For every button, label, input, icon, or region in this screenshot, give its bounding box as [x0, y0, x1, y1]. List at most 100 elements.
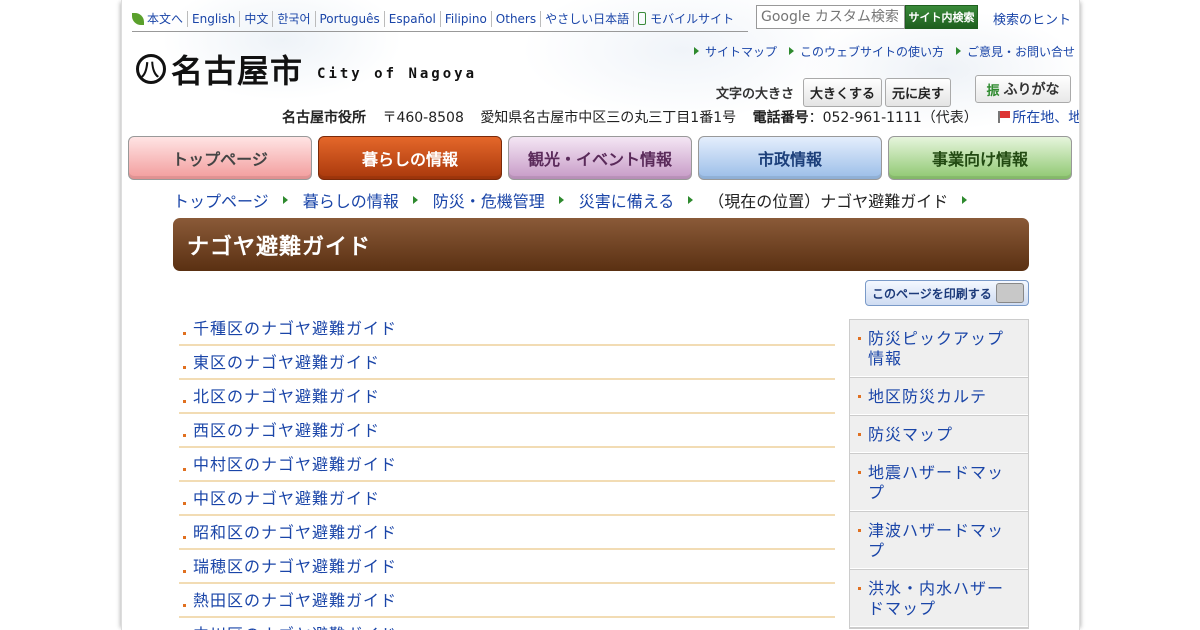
nav-tab-top[interactable]: トップページ — [128, 136, 312, 180]
font-size-controls: 文字の大きさ 大きくする 元に戻す — [716, 78, 954, 107]
bullet-icon — [183, 434, 186, 437]
lang-english-link[interactable]: English — [187, 10, 239, 27]
ward-guide-link[interactable]: 東区のナゴヤ避難ガイド — [193, 349, 380, 373]
arrow-right-icon — [558, 196, 564, 204]
bullet-icon — [183, 536, 186, 539]
ward-guide-link[interactable]: 熱田区のナゴヤ避難ガイド — [193, 587, 397, 611]
lang-korean-link[interactable]: 한국어 — [272, 10, 314, 27]
arrow-right-icon — [694, 47, 699, 55]
list-item: 北区のナゴヤ避難ガイド — [179, 380, 835, 414]
ward-guide-link[interactable]: 中川区のナゴヤ避難ガイド — [193, 621, 397, 630]
breadcrumb-link[interactable]: 暮らしの情報 — [303, 188, 399, 212]
bullet-icon — [183, 366, 186, 369]
bullet-icon — [858, 587, 861, 590]
contact-link[interactable]: ご意見・お問い合せ — [956, 43, 1075, 60]
bullet-icon — [858, 337, 861, 340]
list-item: 瑞穂区のナゴヤ避難ガイド — [179, 550, 835, 584]
phone-number: ：052-961-1111（代表） — [808, 110, 978, 126]
list-item: 中川区のナゴヤ避難ガイド — [179, 618, 835, 630]
arrow-right-icon — [282, 196, 288, 204]
sidebar-related-links: 防災ピックアップ情報 地区防災カルテ 防災マップ 地震ハザードマップ 津波ハザー… — [849, 319, 1029, 629]
ward-guide-link[interactable]: 中区のナゴヤ避難ガイド — [193, 485, 380, 509]
bullet-icon — [858, 395, 861, 398]
search-input[interactable] — [756, 5, 905, 29]
street-address: 愛知県名古屋市中区三の丸三丁目1番1号 — [480, 110, 737, 126]
city-hall-address: 名古屋市役所 〒460-8508 愛知県名古屋市中区三の丸三丁目1番1号 電話番… — [282, 107, 1079, 127]
font-larger-button[interactable]: 大きくする — [803, 78, 883, 107]
nav-tab-business[interactable]: 事業向け情報 — [888, 136, 1072, 180]
font-reset-button[interactable]: 元に戻す — [885, 78, 952, 107]
sidebar-link[interactable]: 地震ハザードマップ — [868, 463, 1004, 502]
print-page-button[interactable]: このページを印刷する — [865, 280, 1029, 306]
breadcrumb-link[interactable]: 防災・危機管理 — [433, 188, 545, 212]
how-to-use-link[interactable]: このウェブサイトの使い方 — [789, 43, 944, 60]
bullet-icon — [183, 570, 186, 573]
breadcrumb: トップページ 暮らしの情報 防災・危機管理 災害に備える （現在の位置）ナゴヤ避… — [173, 188, 982, 212]
language-bar: 本文へ English 中文 한국어 Português Español Fil… — [132, 6, 748, 32]
arrow-right-icon — [688, 196, 694, 204]
arrow-right-icon — [962, 196, 968, 204]
sidebar-link[interactable]: 津波ハザードマップ — [868, 521, 1004, 560]
sidebar-link[interactable]: 洪水・内水ハザードマップ — [868, 579, 1004, 618]
office-name: 名古屋市役所 — [282, 110, 366, 126]
logo-subtitle: City of Nagoya — [317, 66, 478, 82]
phone-label: 電話番号 — [752, 110, 809, 126]
sidebar-item: 地震ハザードマップ — [850, 454, 1028, 512]
list-item: 千種区のナゴヤ避難ガイド — [179, 312, 835, 346]
sidebar-link[interactable]: 防災ピックアップ情報 — [868, 329, 1004, 368]
list-item: 昭和区のナゴヤ避難ガイド — [179, 516, 835, 550]
bullet-icon — [183, 604, 186, 607]
nav-tab-living[interactable]: 暮らしの情報 — [318, 136, 502, 180]
logo-text: 名古屋市 — [171, 52, 304, 90]
sitemap-link[interactable]: サイトマップ — [694, 43, 777, 60]
breadcrumb-link[interactable]: トップページ — [173, 188, 269, 212]
easy-japanese-link[interactable]: やさしい日本語 — [540, 10, 633, 27]
nav-tab-city-govt[interactable]: 市政情報 — [698, 136, 882, 180]
search-hint-link[interactable]: 検索のヒント — [993, 9, 1071, 28]
skip-to-content-link[interactable]: 本文へ — [132, 11, 187, 27]
nav-tab-tourism[interactable]: 観光・イベント情報 — [508, 136, 692, 180]
ward-guide-link[interactable]: 瑞穂区のナゴヤ避難ガイド — [193, 553, 397, 577]
printer-icon — [996, 283, 1024, 303]
arrow-right-icon — [789, 47, 795, 55]
ward-guide-link[interactable]: 北区のナゴヤ避難ガイド — [193, 383, 380, 407]
location-map-link[interactable]: 所在地、地図 — [1012, 110, 1079, 126]
lang-chinese-link[interactable]: 中文 — [239, 10, 272, 27]
list-item: 熱田区のナゴヤ避難ガイド — [179, 584, 835, 618]
sidebar-link[interactable]: 地区防災カルテ — [868, 387, 987, 406]
site-logo[interactable]: 名古屋市 City of Nagoya — [136, 46, 477, 92]
ward-guide-link[interactable]: 中村区のナゴヤ避難ガイド — [193, 451, 397, 475]
mobile-phone-icon — [638, 11, 647, 25]
bullet-icon — [858, 471, 861, 474]
bullet-icon — [183, 502, 186, 505]
lang-portuguese-link[interactable]: Português — [314, 10, 384, 27]
bullet-icon — [183, 468, 186, 471]
lang-filipino-link[interactable]: Filipino — [439, 10, 491, 27]
lang-others-link[interactable]: Others — [490, 10, 540, 27]
mobile-site-link[interactable]: モバイルサイト — [633, 10, 738, 27]
lang-spanish-link[interactable]: Español — [383, 10, 440, 27]
utility-links: サイトマップ このウェブサイトの使い方 ご意見・お問い合せ — [682, 43, 1075, 60]
site-search: サイト内検索 — [756, 5, 978, 29]
sidebar-item: 津波ハザードマップ — [850, 512, 1028, 570]
breadcrumb-link[interactable]: 災害に備える — [579, 188, 675, 212]
sidebar-item: 洪水・内水ハザードマップ — [850, 570, 1028, 628]
breadcrumb-current: （現在の位置）ナゴヤ避難ガイド — [708, 192, 949, 211]
bullet-icon — [858, 529, 861, 532]
postal-code: 〒460-8508 — [382, 110, 464, 126]
leaf-icon — [132, 12, 144, 25]
ward-guide-link[interactable]: 昭和区のナゴヤ避難ガイド — [193, 519, 397, 543]
ward-guide-link[interactable]: 千種区のナゴヤ避難ガイド — [193, 315, 397, 339]
sidebar-item: 防災ピックアップ情報 — [850, 320, 1028, 378]
furigana-button[interactable]: 振 ふりがな — [975, 75, 1071, 103]
sidebar-link[interactable]: 防災マップ — [868, 425, 953, 444]
font-size-label: 文字の大きさ — [716, 87, 795, 102]
list-item: 中区のナゴヤ避難ガイド — [179, 482, 835, 516]
ward-guide-link[interactable]: 西区のナゴヤ避難ガイド — [193, 417, 380, 441]
ward-guide-list: 千種区のナゴヤ避難ガイド 東区のナゴヤ避難ガイド 北区のナゴヤ避難ガイド 西区の… — [179, 312, 835, 630]
search-button[interactable]: サイト内検索 — [905, 5, 978, 29]
sidebar-item: 地区防災カルテ — [850, 378, 1028, 416]
list-item: 東区のナゴヤ避難ガイド — [179, 346, 835, 380]
sidebar-item: 防災マップ — [850, 416, 1028, 454]
bullet-icon — [858, 433, 861, 436]
